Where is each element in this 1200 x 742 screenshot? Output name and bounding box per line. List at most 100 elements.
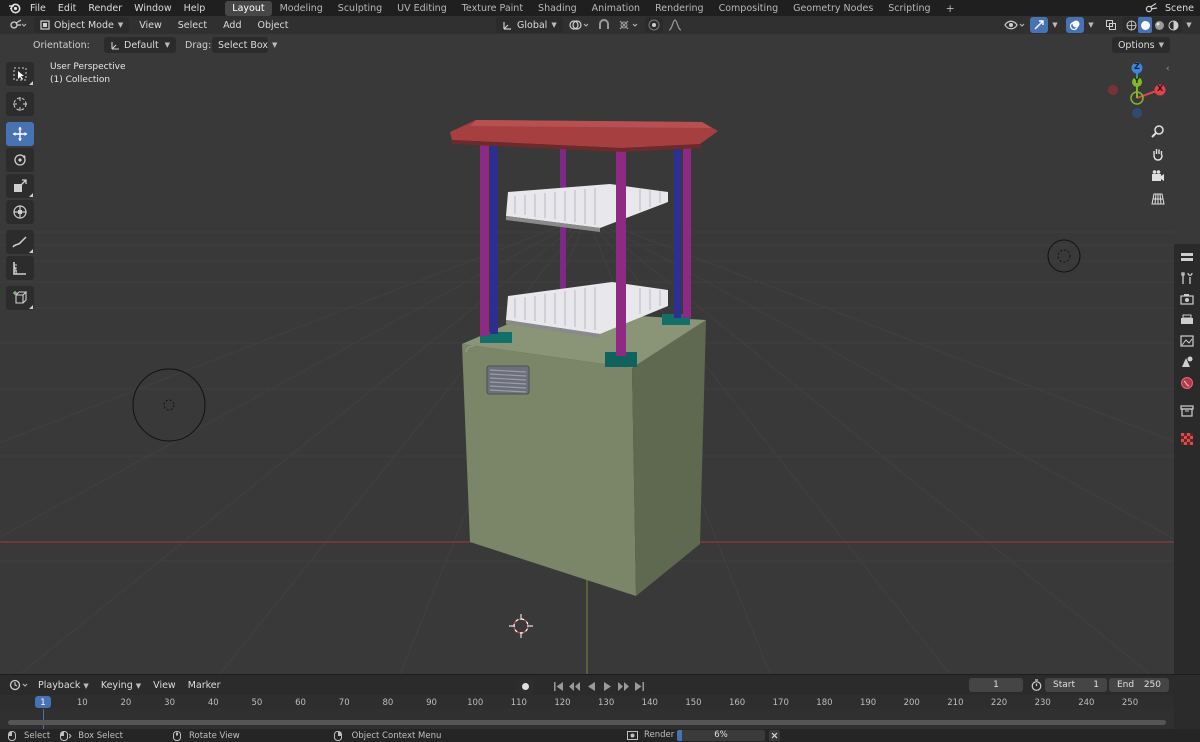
- transform-orientation-label: Global: [517, 19, 548, 31]
- pivot-point-icon[interactable]: [566, 17, 592, 33]
- drag-dropdown[interactable]: Select Box ▼: [212, 37, 277, 53]
- header-menu-object[interactable]: Object: [252, 20, 295, 31]
- ruler-tick-label: 220: [991, 698, 1007, 708]
- menu-help[interactable]: Help: [178, 3, 212, 14]
- timeline-menu-marker[interactable]: Marker: [182, 680, 227, 691]
- view-layer-properties-tab[interactable]: [1176, 332, 1198, 350]
- record-keyframe-icon[interactable]: [516, 678, 534, 694]
- 3d-viewport[interactable]: User Perspective (1) Collection Z Y X ‹: [0, 56, 1174, 674]
- measure-tool[interactable]: [6, 256, 34, 280]
- timeline-track[interactable]: [0, 709, 1174, 729]
- orientation-dropdown[interactable]: Default ▼: [104, 37, 176, 53]
- output-properties-tab[interactable]: [1176, 311, 1198, 329]
- texture-properties-tab[interactable]: [1176, 430, 1198, 448]
- timeline-ruler[interactable]: 1 10 20 30 40 50 60 70 80 90 100 110 120 130 140 150 160…: [0, 695, 1174, 709]
- jump-end-icon[interactable]: [632, 678, 646, 694]
- header-menu-add[interactable]: Add: [217, 20, 247, 31]
- pan-view-button[interactable]: [1147, 143, 1169, 165]
- timeline-menu-keying[interactable]: Keying ▼: [95, 680, 147, 691]
- tab-sculpting[interactable]: Sculpting: [331, 1, 389, 16]
- tab-texture-paint[interactable]: Texture Paint: [455, 1, 530, 16]
- xray-toggle-icon[interactable]: [1102, 17, 1120, 33]
- shading-dropdown-icon[interactable]: ▼: [1184, 17, 1194, 33]
- navigation-gizmo[interactable]: Z Y X: [1104, 60, 1166, 122]
- camera-view-button[interactable]: [1147, 165, 1169, 187]
- timeline-editor-type-icon[interactable]: [6, 677, 32, 693]
- render-properties-tab[interactable]: [1176, 290, 1198, 308]
- timeline-menu-view[interactable]: View: [147, 680, 182, 691]
- stopwatch-icon[interactable]: [1027, 677, 1045, 693]
- mode-label: Object Mode: [54, 19, 114, 31]
- snap-target-icon[interactable]: [616, 17, 642, 33]
- world-properties-tab[interactable]: [1176, 374, 1198, 392]
- solid-shading-icon[interactable]: [1138, 17, 1152, 33]
- mode-dropdown[interactable]: Object Mode ▼: [34, 17, 130, 33]
- current-frame-field[interactable]: 1: [969, 678, 1023, 692]
- tab-scripting[interactable]: Scripting: [881, 1, 937, 16]
- add-cube-tool[interactable]: [6, 286, 34, 310]
- scene-name[interactable]: Scene: [1165, 3, 1194, 14]
- overlays-toggle-icon[interactable]: [1066, 17, 1084, 33]
- timeline-scrollbar[interactable]: [8, 720, 1166, 725]
- jump-keyframe-back-icon[interactable]: [568, 678, 582, 694]
- sidebar-toggle-icon[interactable]: ‹: [1166, 64, 1170, 74]
- tab-uv-editing[interactable]: UV Editing: [390, 1, 454, 16]
- tool-properties-tab[interactable]: [1176, 248, 1198, 266]
- image-layer-icon: [1180, 335, 1194, 347]
- header-menu-view[interactable]: View: [133, 20, 168, 31]
- gizmo-toggle-icon[interactable]: [1030, 17, 1048, 33]
- ortho-toggle-button[interactable]: [1147, 188, 1169, 210]
- scale-tool[interactable]: [6, 174, 34, 198]
- status-render-label: Render: [644, 730, 675, 740]
- transform-orientation-dropdown[interactable]: Global ▼: [496, 17, 563, 33]
- add-workspace-button[interactable]: +: [939, 0, 962, 17]
- annotate-tool[interactable]: [6, 230, 34, 254]
- tab-layout[interactable]: Layout: [225, 0, 272, 16]
- wireframe-shading-icon[interactable]: [1124, 17, 1138, 33]
- scene-icon[interactable]: [1145, 2, 1159, 14]
- snap-icon[interactable]: [595, 17, 613, 33]
- falloff-icon[interactable]: [666, 17, 684, 33]
- play-icon[interactable]: [600, 678, 614, 694]
- end-frame-field[interactable]: End 250: [1109, 678, 1169, 692]
- jump-keyframe-forward-icon[interactable]: [616, 678, 630, 694]
- rendered-shading-icon[interactable]: [1166, 17, 1180, 33]
- menu-edit[interactable]: Edit: [52, 3, 82, 14]
- tab-rendering[interactable]: Rendering: [648, 1, 711, 16]
- cursor-tool[interactable]: [6, 92, 34, 116]
- visibility-eye-icon[interactable]: [1002, 17, 1028, 33]
- menu-file[interactable]: File: [24, 3, 52, 14]
- collection-box-icon: [1180, 405, 1194, 417]
- timeline-menu-playback[interactable]: Playback ▼: [32, 680, 95, 691]
- tab-shading[interactable]: Shading: [531, 1, 584, 16]
- header-menu-select[interactable]: Select: [172, 20, 213, 31]
- tab-modeling[interactable]: Modeling: [273, 1, 330, 16]
- overlays-dropdown-icon[interactable]: ▼: [1086, 17, 1096, 33]
- blender-logo-icon[interactable]: [4, 2, 24, 14]
- collection-properties-tab[interactable]: [1176, 402, 1198, 420]
- mouse-right-icon: [333, 730, 342, 741]
- tab-compositing[interactable]: Compositing: [712, 1, 786, 16]
- move-tool[interactable]: [6, 122, 34, 146]
- render-progress-bar: 6%: [677, 730, 765, 741]
- rotate-tool[interactable]: [6, 148, 34, 172]
- cursor-tool-icon: [13, 97, 27, 111]
- scene-properties-tab[interactable]: [1176, 353, 1198, 371]
- play-reverse-icon[interactable]: [584, 678, 598, 694]
- options-dropdown[interactable]: Options ▼: [1111, 37, 1170, 53]
- gizmo-dropdown-icon[interactable]: ▼: [1050, 17, 1060, 33]
- editor-type-icon[interactable]: [6, 17, 30, 33]
- menu-window[interactable]: Window: [128, 3, 177, 14]
- cancel-render-icon[interactable]: [769, 730, 780, 741]
- jump-start-icon[interactable]: [552, 678, 566, 694]
- transform-tool[interactable]: [6, 200, 34, 224]
- tab-geometry-nodes[interactable]: Geometry Nodes: [786, 1, 880, 16]
- zoom-view-button[interactable]: [1147, 120, 1169, 142]
- select-box-tool[interactable]: [6, 62, 34, 86]
- material-shading-icon[interactable]: [1152, 17, 1166, 33]
- proportional-editing-icon[interactable]: [644, 17, 663, 33]
- tool-tab[interactable]: [1176, 269, 1198, 287]
- start-frame-field[interactable]: Start 1: [1045, 678, 1107, 692]
- menu-render[interactable]: Render: [82, 3, 128, 14]
- tab-animation[interactable]: Animation: [585, 1, 647, 16]
